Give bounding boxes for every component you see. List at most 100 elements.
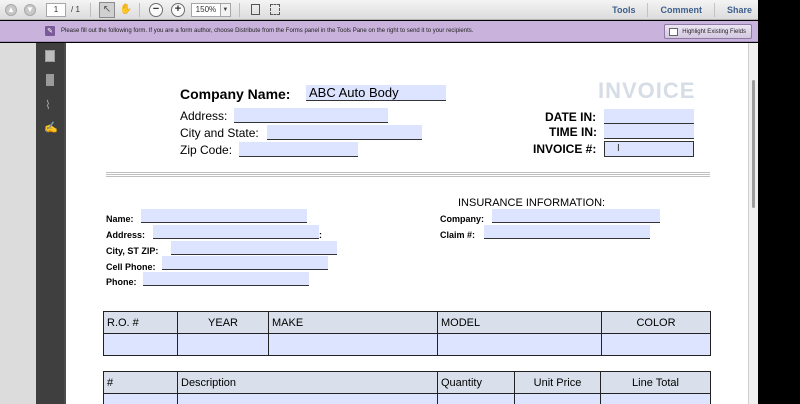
- highlight-fields-label: Highlight Existing Fields: [682, 28, 746, 35]
- unit-price-field[interactable]: [514, 393, 601, 404]
- highlight-fields-icon: [669, 27, 679, 36]
- zoom-out-button[interactable]: −: [148, 2, 163, 17]
- highlight-fields-button[interactable]: Highlight Existing Fields: [664, 24, 752, 39]
- item-number-field[interactable]: [103, 393, 178, 404]
- make-field[interactable]: [268, 333, 438, 356]
- company-name-value: ABC Auto Body: [309, 85, 399, 100]
- pdf-page: INVOICE Company Name: ABC Auto Body Addr…: [66, 43, 748, 404]
- vehicle-table-header: R.O. # YEAR MAKE MODEL COLOR: [103, 311, 711, 334]
- model-field[interactable]: [437, 333, 602, 356]
- select-tool-button[interactable]: ↖: [98, 1, 115, 18]
- toolbar-links: Tools Comment Share: [600, 0, 752, 20]
- customer-cell-field[interactable]: [162, 256, 328, 270]
- date-in-label: DATE IN:: [545, 110, 597, 124]
- plus-icon: +: [174, 3, 182, 15]
- attachments-icon[interactable]: ⌇: [45, 98, 51, 112]
- ro-number-header: R.O. #: [103, 311, 178, 334]
- invoice-number-field[interactable]: I: [604, 141, 694, 157]
- form-notice-bar: ✎ Please fill out the following form. If…: [0, 21, 758, 42]
- page-number-input[interactable]: 1: [46, 2, 66, 17]
- bookmarks-icon[interactable]: [46, 74, 54, 86]
- insurance-heading: INSURANCE INFORMATION:: [458, 197, 606, 209]
- year-header: YEAR: [177, 311, 269, 334]
- fit-width-button[interactable]: [267, 2, 283, 18]
- arrow-up-icon: ▲: [5, 3, 17, 16]
- side-panel: [0, 43, 36, 404]
- divider: [238, 2, 240, 17]
- fit-page-icon: [251, 4, 261, 15]
- zoom-in-button[interactable]: +: [170, 2, 185, 17]
- chevron-down-icon: ▼: [222, 6, 229, 13]
- cursor-arrow-icon: ↖: [102, 4, 112, 15]
- comment-link[interactable]: Comment: [660, 5, 702, 15]
- previous-page-button[interactable]: ▲: [3, 2, 19, 18]
- invoice-number-label: INVOICE #:: [533, 142, 597, 156]
- share-link[interactable]: Share: [727, 5, 752, 15]
- customer-phone-label: Phone:: [106, 277, 137, 287]
- ro-number-field[interactable]: [103, 333, 178, 356]
- address-label: Address:: [180, 109, 228, 123]
- customer-cell-label: Cell Phone:: [106, 262, 156, 272]
- city-state-label: City and State:: [180, 126, 259, 140]
- address-field[interactable]: [234, 108, 388, 123]
- customer-city-label: City, ST ZIP:: [106, 246, 159, 256]
- table-row: [103, 393, 711, 404]
- divider: [106, 172, 710, 173]
- customer-name-field[interactable]: [141, 209, 307, 223]
- color-header: COLOR: [601, 311, 711, 334]
- customer-address-field[interactable]: [153, 225, 319, 239]
- zip-code-label: Zip Code:: [180, 143, 233, 157]
- zoom-dropdown-button[interactable]: ▼: [220, 2, 231, 17]
- insurance-claim-label: Claim #:: [440, 230, 476, 240]
- divider: [647, 3, 649, 17]
- arrow-down-icon: ▼: [24, 3, 36, 16]
- vehicle-table: R.O. # YEAR MAKE MODEL COLOR: [103, 311, 711, 356]
- description-field[interactable]: [177, 393, 438, 404]
- hand-tool-button[interactable]: ✋: [118, 2, 134, 18]
- line-items-header: # Description Quantity Unit Price Line T…: [103, 371, 711, 394]
- insurance-claim-field[interactable]: [484, 225, 650, 239]
- customer-address-label: Address:: [106, 230, 146, 240]
- fit-page-button[interactable]: [248, 2, 264, 18]
- table-row: [103, 333, 711, 356]
- fit-width-icon: [269, 4, 280, 15]
- customer-phone-field[interactable]: [143, 272, 309, 286]
- model-header: MODEL: [437, 311, 602, 334]
- scrollbar-thumb[interactable]: [752, 80, 755, 208]
- time-in-field[interactable]: [604, 124, 694, 139]
- next-page-button[interactable]: ▼: [22, 2, 38, 18]
- line-total-field[interactable]: [600, 393, 711, 404]
- time-in-label: TIME IN:: [549, 125, 597, 139]
- company-name-field[interactable]: ABC Auto Body: [306, 85, 446, 101]
- customer-city-field[interactable]: [171, 241, 337, 255]
- pages-thumbnail-icon[interactable]: [45, 50, 55, 62]
- zoom-level-input[interactable]: 150%: [190, 2, 221, 17]
- divider: [713, 3, 715, 17]
- city-state-field[interactable]: [267, 125, 422, 140]
- line-total-header: Line Total: [600, 371, 711, 394]
- insurance-company-field[interactable]: [492, 209, 660, 223]
- make-header: MAKE: [268, 311, 438, 334]
- year-field[interactable]: [177, 333, 269, 356]
- unit-price-header: Unit Price: [514, 371, 601, 394]
- text-cursor-icon: I: [617, 143, 620, 154]
- form-icon: ✎: [45, 26, 55, 36]
- zip-code-field[interactable]: [239, 142, 358, 157]
- divider: [106, 176, 710, 177]
- customer-name-label: Name:: [106, 214, 134, 224]
- color-field[interactable]: [601, 333, 711, 356]
- company-name-label: Company Name:: [180, 86, 291, 102]
- quantity-field[interactable]: [437, 393, 515, 404]
- divider: [89, 2, 91, 17]
- toolbar: ▲ ▼ 1 / 1 ↖ ✋ − + 150% ▼ Tools Comment S…: [0, 0, 758, 20]
- insurance-company-label: Company:: [440, 214, 485, 224]
- divider: [138, 2, 140, 17]
- tools-link[interactable]: Tools: [612, 5, 635, 15]
- divider: [106, 174, 710, 175]
- description-header: Description: [177, 371, 438, 394]
- customer-address-colon: :: [319, 230, 322, 240]
- line-items-table: # Description Quantity Unit Price Line T…: [103, 371, 711, 404]
- signatures-icon[interactable]: ✍: [44, 121, 58, 134]
- screen-edge: [758, 0, 800, 404]
- date-in-field[interactable]: [604, 109, 694, 124]
